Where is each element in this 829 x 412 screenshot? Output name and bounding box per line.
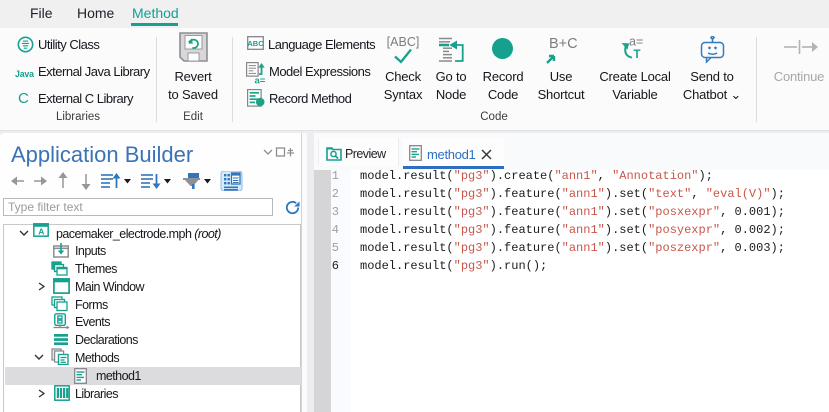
svg-text:ABC: ABC (247, 39, 264, 48)
svg-text:a=: a= (255, 76, 266, 85)
svg-text:T: T (634, 49, 641, 59)
svg-text:A: A (38, 226, 44, 236)
svg-text:a=: a= (629, 35, 643, 49)
